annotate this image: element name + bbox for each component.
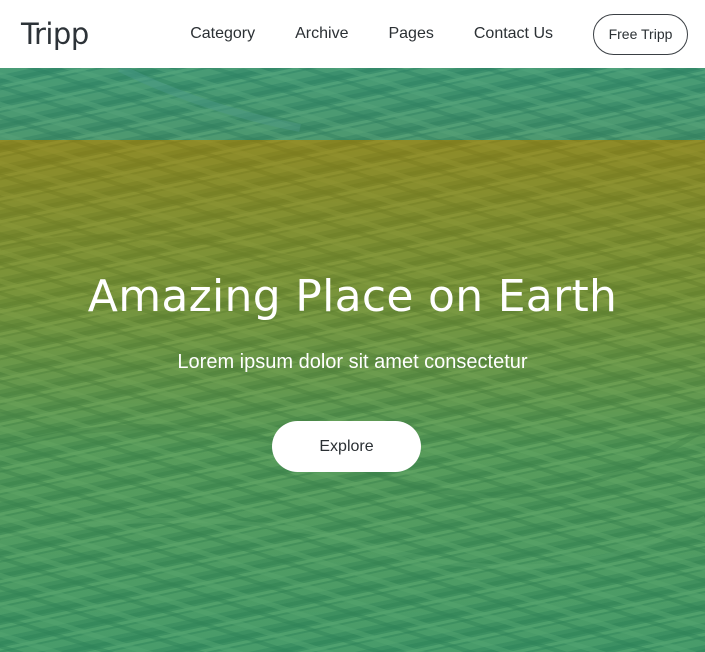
hero-title: Amazing Place on Earth	[87, 271, 618, 322]
nav-link-archive[interactable]: Archive	[295, 25, 348, 43]
hero-subtitle: Lorem ipsum dolor sit amet consectetur	[177, 351, 528, 373]
nav-link-category[interactable]: Category	[190, 25, 255, 43]
free-tripp-button[interactable]: Free Tripp	[593, 13, 688, 55]
main-nav: Category Archive Pages Contact Us Free T…	[190, 13, 688, 55]
site-header: Tripp Category Archive Pages Contact Us …	[0, 0, 705, 68]
hero-section: Amazing Place on Earth Lorem ipsum dolor…	[0, 68, 705, 652]
page: Tripp Category Archive Pages Contact Us …	[0, 0, 705, 652]
nav-link-pages[interactable]: Pages	[388, 25, 433, 43]
site-logo[interactable]: Tripp	[21, 17, 89, 51]
nav-link-contact-us[interactable]: Contact Us	[474, 25, 553, 43]
hero-content: Amazing Place on Earth Lorem ipsum dolor…	[0, 68, 705, 652]
explore-button[interactable]: Explore	[272, 421, 421, 472]
